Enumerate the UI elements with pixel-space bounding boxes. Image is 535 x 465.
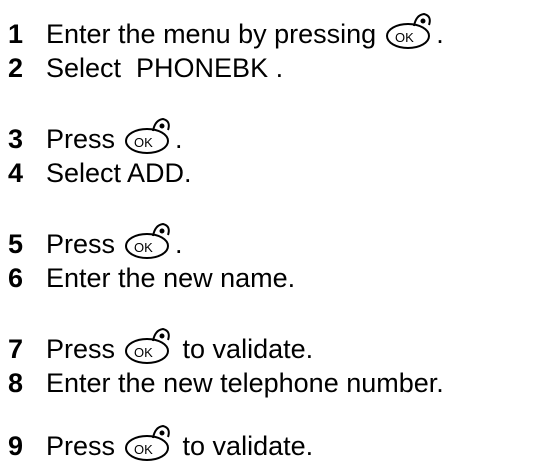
- step-9: 9 Press OK to validate.: [0, 420, 314, 461]
- step-text: Select ADD.: [46, 158, 192, 188]
- step-text: Select PHONEBK .: [46, 53, 284, 83]
- svg-text:OK: OK: [134, 442, 153, 457]
- ok-button-icon: OK: [123, 422, 173, 464]
- step-2: 2 Select PHONEBK .: [0, 42, 283, 82]
- step-number: 4: [8, 158, 24, 188]
- step-text: Enter the new name.: [46, 263, 296, 293]
- step-text-after: to validate.: [175, 431, 314, 461]
- step-text: Press: [46, 431, 116, 461]
- ok-button-icon: OK: [384, 10, 434, 52]
- step-8: 8 Enter the new telephone number.: [0, 357, 444, 397]
- step-number: 9: [8, 431, 24, 461]
- step-text-after: .: [436, 19, 444, 49]
- svg-text:OK: OK: [395, 30, 414, 45]
- step-number: 8: [8, 368, 24, 398]
- step-text: Enter the new telephone number.: [46, 368, 444, 398]
- step-4: 4 Select ADD.: [0, 147, 192, 187]
- step-6: 6 Enter the new name.: [0, 252, 295, 292]
- step-number: 2: [8, 53, 24, 83]
- step-number: 6: [8, 263, 24, 293]
